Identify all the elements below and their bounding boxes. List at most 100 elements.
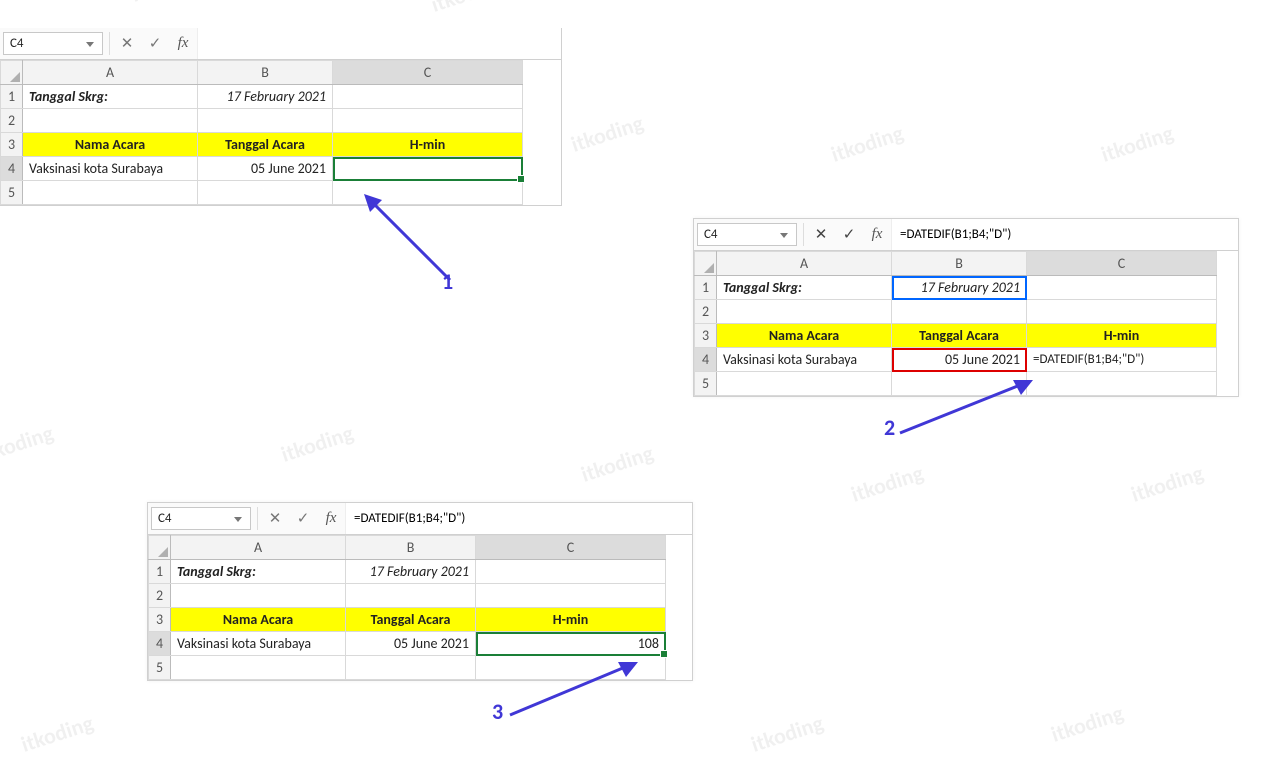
- cell-A5[interactable]: [23, 181, 198, 205]
- fx-icon[interactable]: fx: [170, 32, 196, 55]
- table-row: 3 Nama Acara Tanggal Acara H-min: [149, 608, 666, 632]
- cell-C2[interactable]: [476, 584, 666, 608]
- cell-A2[interactable]: [171, 584, 346, 608]
- cell-A5[interactable]: [717, 372, 892, 396]
- row-header-4[interactable]: 4: [695, 348, 717, 372]
- annotation-3: 3: [492, 698, 503, 725]
- cell-B2[interactable]: [892, 300, 1027, 324]
- cell-A3[interactable]: Nama Acara: [717, 324, 892, 348]
- row-header-3[interactable]: 3: [149, 608, 171, 632]
- name-box[interactable]: C4: [697, 223, 797, 246]
- cell-B3[interactable]: Tanggal Acara: [892, 324, 1027, 348]
- cell-C1[interactable]: [333, 85, 523, 109]
- spreadsheet-grid[interactable]: A B C 1 Tanggal Skrg: 17 February 2021 2…: [148, 535, 666, 680]
- row-header-1[interactable]: 1: [1, 85, 23, 109]
- spreadsheet-grid[interactable]: A B C 1 Tanggal Skrg: 17 February 2021 2…: [0, 60, 523, 205]
- select-all-corner[interactable]: [695, 252, 717, 276]
- cell-B1[interactable]: 17 February 2021: [346, 560, 476, 584]
- cell-B5[interactable]: [198, 181, 333, 205]
- cell-B4[interactable]: 05 June 2021: [198, 157, 333, 181]
- enter-icon[interactable]: ✓: [142, 32, 168, 55]
- col-header-C[interactable]: C: [333, 61, 523, 85]
- enter-icon[interactable]: ✓: [836, 223, 862, 246]
- cancel-icon[interactable]: ✕: [262, 507, 288, 530]
- cell-B1[interactable]: 17 February 2021: [198, 85, 333, 109]
- cell-B1[interactable]: 17 February 2021: [892, 276, 1027, 300]
- watermark: itkoding: [18, 709, 97, 758]
- cell-A4[interactable]: Vaksinasi kota Surabaya: [717, 348, 892, 372]
- name-box[interactable]: C4: [3, 32, 103, 55]
- row-header-2[interactable]: 2: [695, 300, 717, 324]
- col-header-B[interactable]: B: [198, 61, 333, 85]
- chevron-down-icon[interactable]: [780, 230, 790, 240]
- cell-B5[interactable]: [346, 656, 476, 680]
- cell-C3[interactable]: H-min: [333, 133, 523, 157]
- enter-icon[interactable]: ✓: [290, 507, 316, 530]
- cell-A1[interactable]: Tanggal Skrg:: [171, 560, 346, 584]
- formula-input[interactable]: [197, 28, 561, 59]
- cell-C3[interactable]: H-min: [476, 608, 666, 632]
- col-header-B[interactable]: B: [346, 536, 476, 560]
- row-header-5[interactable]: 5: [1, 181, 23, 205]
- annotation-1: 1: [442, 268, 453, 295]
- spreadsheet-grid[interactable]: A B C 1 Tanggal Skrg: 17 February 2021 2…: [694, 251, 1217, 396]
- col-header-A[interactable]: A: [171, 536, 346, 560]
- cell-reference: C4: [704, 227, 718, 242]
- row-header-5[interactable]: 5: [149, 656, 171, 680]
- row-header-3[interactable]: 3: [695, 324, 717, 348]
- cell-B4[interactable]: 05 June 2021: [892, 348, 1027, 372]
- cell-A4[interactable]: Vaksinasi kota Surabaya: [23, 157, 198, 181]
- select-all-corner[interactable]: [1, 61, 23, 85]
- row-header-3[interactable]: 3: [1, 133, 23, 157]
- cell-A2[interactable]: [23, 109, 198, 133]
- row-header-4[interactable]: 4: [149, 632, 171, 656]
- cell-C2[interactable]: [333, 109, 523, 133]
- watermark: itkoding: [748, 709, 827, 758]
- separator: [803, 223, 804, 246]
- col-header-C[interactable]: C: [1027, 252, 1217, 276]
- col-header-C[interactable]: C: [476, 536, 666, 560]
- row-header-5[interactable]: 5: [695, 372, 717, 396]
- cell-B4[interactable]: 05 June 2021: [346, 632, 476, 656]
- chevron-down-icon[interactable]: [86, 39, 96, 49]
- row-header-2[interactable]: 2: [1, 109, 23, 133]
- name-box[interactable]: C4: [151, 507, 251, 530]
- row-header-1[interactable]: 1: [695, 276, 717, 300]
- cell-C4[interactable]: 108: [476, 632, 666, 656]
- cancel-icon[interactable]: ✕: [808, 223, 834, 246]
- row-header-1[interactable]: 1: [149, 560, 171, 584]
- table-row: 4 Vaksinasi kota Surabaya 05 June 2021: [1, 157, 523, 181]
- formula-input[interactable]: =DATEDIF(B1;B4;"D"): [345, 503, 692, 534]
- cell-C2[interactable]: [1027, 300, 1217, 324]
- cell-C5[interactable]: [1027, 372, 1217, 396]
- cell-A5[interactable]: [171, 656, 346, 680]
- cell-C1[interactable]: [1027, 276, 1217, 300]
- chevron-down-icon[interactable]: [234, 514, 244, 524]
- row-header-4[interactable]: 4: [1, 157, 23, 181]
- cell-A3[interactable]: Nama Acara: [23, 133, 198, 157]
- cell-B2[interactable]: [198, 109, 333, 133]
- fx-icon[interactable]: fx: [864, 223, 890, 246]
- cancel-icon[interactable]: ✕: [114, 32, 140, 55]
- cell-A1[interactable]: Tanggal Skrg:: [23, 85, 198, 109]
- arrow-2: [895, 378, 1045, 448]
- cell-B3[interactable]: Tanggal Acara: [346, 608, 476, 632]
- col-header-A[interactable]: A: [23, 61, 198, 85]
- cell-A3[interactable]: Nama Acara: [171, 608, 346, 632]
- cell-B2[interactable]: [346, 584, 476, 608]
- cell-A2[interactable]: [717, 300, 892, 324]
- col-header-A[interactable]: A: [717, 252, 892, 276]
- cell-C3[interactable]: H-min: [1027, 324, 1217, 348]
- watermark: itkoding: [1048, 699, 1127, 748]
- col-header-B[interactable]: B: [892, 252, 1027, 276]
- cell-A1[interactable]: Tanggal Skrg:: [717, 276, 892, 300]
- fx-icon[interactable]: fx: [318, 507, 344, 530]
- cell-A4[interactable]: Vaksinasi kota Surabaya: [171, 632, 346, 656]
- cell-C1[interactable]: [476, 560, 666, 584]
- formula-input[interactable]: =DATEDIF(B1;B4;"D"): [891, 219, 1238, 250]
- cell-B3[interactable]: Tanggal Acara: [198, 133, 333, 157]
- cell-C4[interactable]: [333, 157, 523, 181]
- cell-C4[interactable]: =DATEDIF(B1;B4;"D"): [1027, 348, 1217, 372]
- row-header-2[interactable]: 2: [149, 584, 171, 608]
- select-all-corner[interactable]: [149, 536, 171, 560]
